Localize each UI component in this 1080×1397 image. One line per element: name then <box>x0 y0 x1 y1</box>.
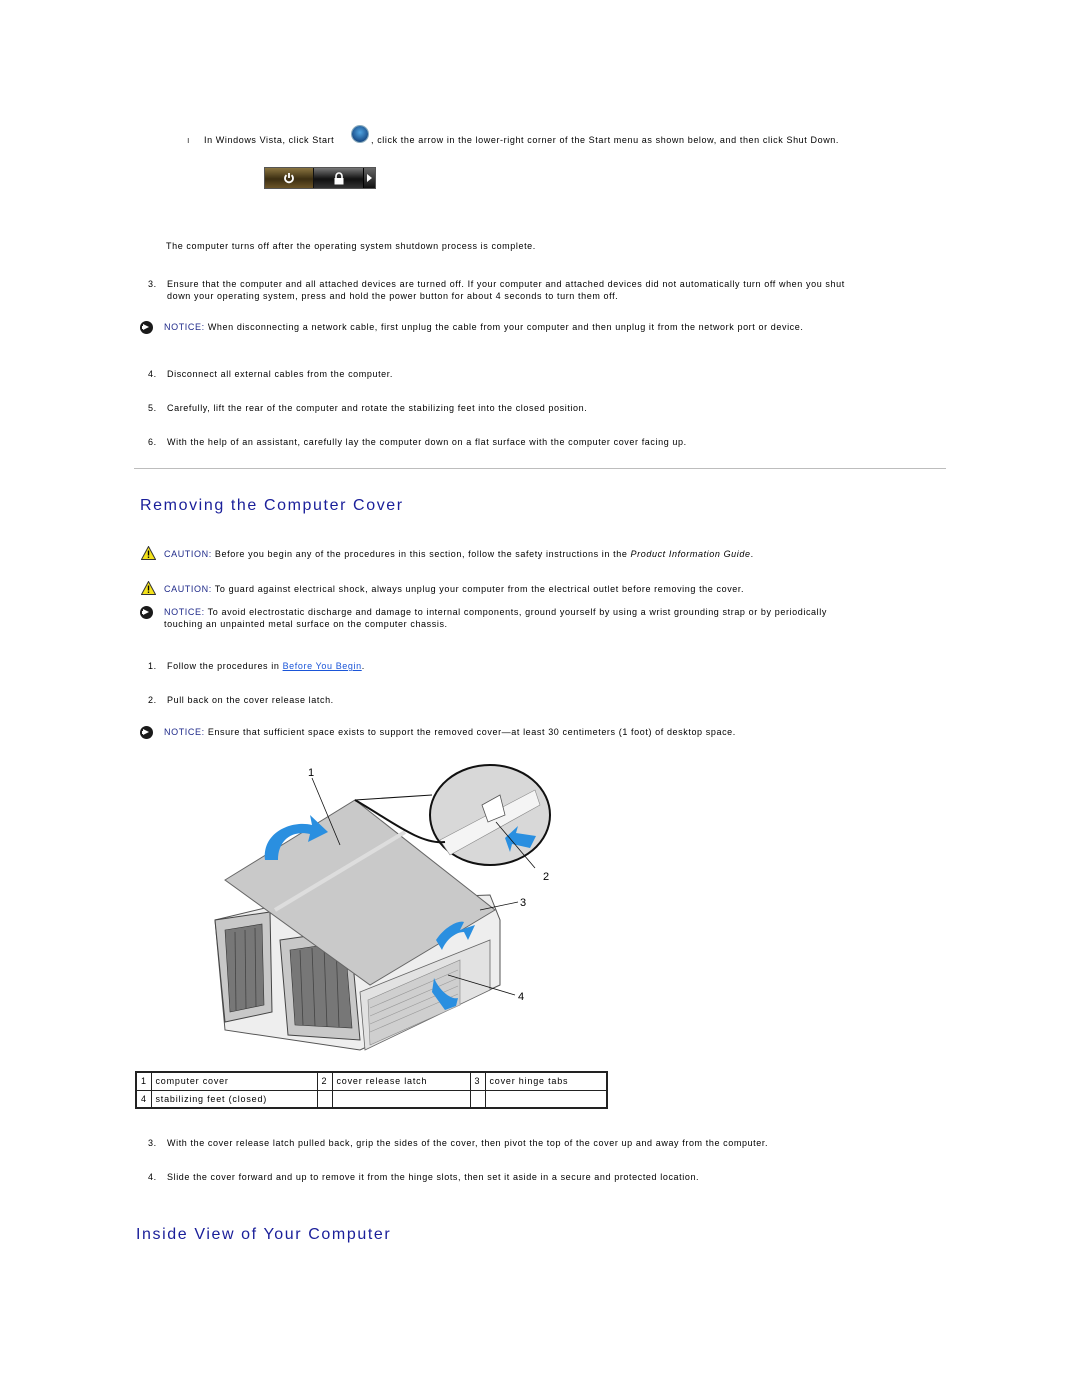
legend-label: cover hinge tabs <box>484 1071 608 1091</box>
lock-icon <box>314 168 363 188</box>
vista-step-text-cont: , click the arrow in the lower-right cor… <box>371 135 839 145</box>
legend-number: 3 <box>469 1071 486 1091</box>
caution-shock: CAUTION: To guard against electrical sho… <box>164 584 744 594</box>
step-number: 2. <box>148 695 157 705</box>
notice-text: Ensure that sufficient space exists to s… <box>207 727 736 737</box>
legend-label: cover release latch <box>331 1071 471 1091</box>
step-text: Pull back on the cover release latch. <box>167 695 334 705</box>
shutdown-note: The computer turns off after the operati… <box>166 241 536 251</box>
caution-label: CAUTION: <box>164 549 212 559</box>
legend-number <box>469 1089 486 1109</box>
caution-label: CAUTION: <box>164 584 212 594</box>
punctuation: . <box>750 549 754 559</box>
notice-text: When disconnecting a network cable, firs… <box>207 322 804 332</box>
legend-label <box>331 1089 471 1109</box>
step-number: 1. <box>148 661 157 671</box>
notice-text-cont: touching an unpainted metal surface on t… <box>164 619 448 629</box>
section-title-removing-cover: Removing the Computer Cover <box>140 497 404 514</box>
step-number: 6. <box>148 437 157 447</box>
start-menu-shutdown-buttons <box>264 167 376 189</box>
arrow-right-icon <box>363 168 375 188</box>
legend-label: stabilizing feet (closed) <box>150 1089 318 1109</box>
power-icon <box>265 168 314 188</box>
notice-label: NOTICE: <box>164 727 205 737</box>
step-number: 3. <box>148 1138 157 1148</box>
table-row: 4 stabilizing feet (closed) <box>135 1089 608 1109</box>
callout-3: 3 <box>520 897 527 909</box>
legend-number <box>316 1089 333 1109</box>
legend-number: 4 <box>135 1089 152 1109</box>
legend-number: 2 <box>316 1071 333 1091</box>
notice-space: NOTICE: Ensure that sufficient space exi… <box>164 727 736 737</box>
notice-esd: NOTICE: To avoid electrostatic discharge… <box>164 607 827 617</box>
product-info-guide-title: Product Information Guide <box>630 549 751 559</box>
step-number: 5. <box>148 403 157 413</box>
table-row: 1 computer cover 2 cover release latch 3… <box>135 1071 608 1091</box>
legend-number: 1 <box>135 1071 152 1091</box>
legend-label: computer cover <box>150 1071 318 1091</box>
section-title-inside-view: Inside View of Your Computer <box>136 1226 392 1243</box>
step-number: 4. <box>148 369 157 379</box>
notice-label: NOTICE: <box>164 322 205 332</box>
step-text: Carefully, lift the rear of the computer… <box>167 403 588 413</box>
notice-icon <box>140 726 153 739</box>
step-text: Follow the procedures in Before You Begi… <box>167 661 365 671</box>
step-text: Ensure that the computer and all attache… <box>167 279 845 289</box>
notice-icon <box>140 606 153 619</box>
cover-removal-illustration: 1 2 3 4 <box>214 764 551 1051</box>
caution-safety: CAUTION: Before you begin any of the pro… <box>164 549 754 559</box>
caution-text: To guard against electrical shock, alway… <box>214 584 745 594</box>
step-text: With the cover release latch pulled back… <box>167 1138 769 1148</box>
step-number: 4. <box>148 1172 157 1182</box>
list-bullet: ı <box>187 135 191 145</box>
step-text-cont: down your operating system, press and ho… <box>167 291 619 301</box>
section-divider <box>134 468 946 469</box>
windows-start-orb-icon <box>352 126 368 142</box>
notice-label: NOTICE: <box>164 607 205 617</box>
step-text: With the help of an assistant, carefully… <box>167 437 687 447</box>
step-text: Slide the cover forward and up to remove… <box>167 1172 700 1182</box>
legend-label <box>484 1089 608 1109</box>
notice-network: NOTICE: When disconnecting a network cab… <box>164 322 804 332</box>
callout-2: 2 <box>543 871 550 883</box>
vista-step-text: In Windows Vista, click Start <box>204 135 335 145</box>
step-text: Disconnect all external cables from the … <box>167 369 393 379</box>
notice-text: To avoid electrostatic discharge and dam… <box>207 607 827 617</box>
caution-icon <box>141 581 156 595</box>
callout-4: 4 <box>518 991 525 1003</box>
step-text-lead: Follow the procedures in <box>167 661 280 671</box>
callout-1: 1 <box>308 767 315 779</box>
before-you-begin-link[interactable]: Before You Begin <box>283 661 362 671</box>
caution-text: Before you begin any of the procedures i… <box>214 549 628 559</box>
figure-legend-table: 1 computer cover 2 cover release latch 3… <box>135 1071 608 1109</box>
punctuation: . <box>361 661 365 671</box>
notice-icon <box>140 321 153 334</box>
step-number: 3. <box>148 279 157 289</box>
caution-icon <box>141 546 156 560</box>
